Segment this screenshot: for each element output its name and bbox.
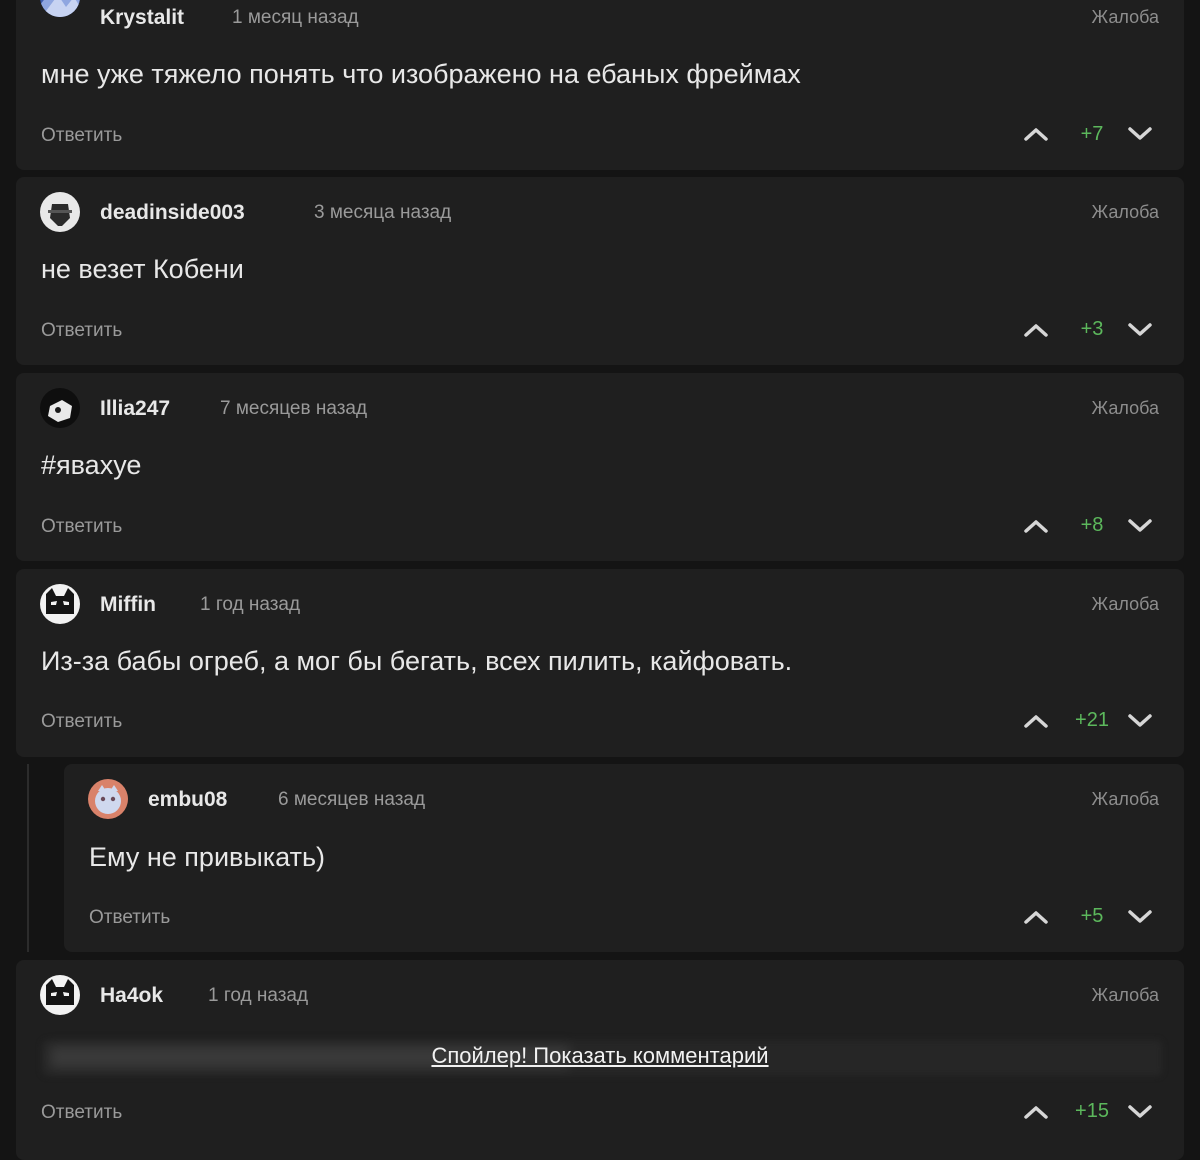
vote-score: +7: [1080, 123, 1104, 145]
comment-card: deadinside003 3 месяца назад Жалоба не в…: [16, 177, 1184, 365]
comment-timestamp: 3 месяца назад: [314, 202, 452, 223]
comment-feed: Krystalit 1 месяц назад Жалоба мне уже т…: [0, 0, 1200, 1160]
comment-username[interactable]: embu08: [148, 788, 227, 812]
reply-button[interactable]: Ответить: [89, 907, 170, 929]
upvote-button[interactable]: [1022, 907, 1050, 927]
comment-timestamp: 1 год назад: [200, 594, 301, 615]
chevron-down-icon: [1128, 323, 1152, 336]
complaint-button[interactable]: Жалоба: [1092, 789, 1159, 810]
comment-text: #явахуе: [41, 450, 142, 480]
downvote-button[interactable]: [1126, 907, 1154, 927]
downvote-button[interactable]: [1126, 1102, 1154, 1122]
comment-text: Из-за бабы огреб, а мог бы бегать, всех …: [41, 646, 793, 676]
chevron-down-icon: [1128, 127, 1152, 140]
vote-score: +21: [1075, 709, 1109, 731]
downvote-button[interactable]: [1126, 320, 1154, 340]
vote-score: +5: [1080, 905, 1104, 927]
comment-text: мне уже тяжело понять что изображено на …: [41, 59, 801, 89]
chevron-down-icon: [1128, 714, 1152, 727]
user-avatar[interactable]: [40, 975, 80, 1015]
user-avatar[interactable]: [88, 779, 128, 819]
upvote-button[interactable]: [1022, 320, 1050, 340]
chevron-up-icon: [1024, 911, 1048, 924]
reply-button[interactable]: Ответить: [41, 320, 122, 342]
complaint-button[interactable]: Жалоба: [1092, 594, 1159, 615]
comment-timestamp: 1 год назад: [208, 985, 309, 1006]
comment-text: Ему не привыкать): [89, 842, 326, 872]
user-avatar[interactable]: [40, 584, 80, 624]
comment-username[interactable]: deadinside003: [100, 201, 245, 225]
comment-card: Krystalit 1 месяц назад Жалоба мне уже т…: [16, 0, 1184, 170]
upvote-button[interactable]: [1022, 1102, 1050, 1122]
user-avatar[interactable]: [40, 388, 80, 428]
comment-card-reply: embu08 6 месяцев назад Жалоба Ему не при…: [64, 764, 1184, 952]
user-avatar[interactable]: [40, 0, 80, 17]
reply-button[interactable]: Ответить: [41, 1102, 122, 1124]
comment-card: Miffin 1 год назад Жалоба Из-за бабы огр…: [16, 569, 1184, 757]
chevron-up-icon: [1024, 128, 1048, 141]
complaint-button[interactable]: Жалоба: [1092, 202, 1159, 223]
comment-username[interactable]: Krystalit: [100, 6, 184, 30]
comment-timestamp: 1 месяц назад: [232, 7, 359, 28]
chevron-down-icon: [1128, 910, 1152, 923]
show-spoiler-link[interactable]: Спойлер! Показать комментарий: [16, 1043, 1184, 1069]
chevron-up-icon: [1024, 715, 1048, 728]
chevron-up-icon: [1024, 520, 1048, 533]
comment-text: не везет Кобени: [41, 254, 244, 284]
downvote-button[interactable]: [1126, 516, 1154, 536]
comment-timestamp: 7 месяцев назад: [220, 398, 368, 419]
user-avatar[interactable]: [40, 192, 80, 232]
comment-username[interactable]: Ha4ok: [100, 984, 163, 1008]
thread-line: [27, 764, 29, 952]
comment-username[interactable]: Miffin: [100, 593, 156, 617]
comment-timestamp: 6 месяцев назад: [278, 789, 426, 810]
vote-score: +3: [1080, 318, 1104, 340]
reply-button[interactable]: Ответить: [41, 516, 122, 538]
upvote-button[interactable]: [1022, 124, 1050, 144]
chevron-up-icon: [1024, 324, 1048, 337]
chevron-up-icon: [1024, 1106, 1048, 1119]
upvote-button[interactable]: [1022, 711, 1050, 731]
comment-card: Ha4ok 1 год назад Жалоба Спойлер! Показа…: [16, 960, 1184, 1160]
chevron-down-icon: [1128, 1105, 1152, 1118]
complaint-button[interactable]: Жалоба: [1092, 985, 1159, 1006]
upvote-button[interactable]: [1022, 516, 1050, 536]
vote-score: +15: [1075, 1100, 1109, 1122]
downvote-button[interactable]: [1126, 711, 1154, 731]
reply-button[interactable]: Ответить: [41, 711, 122, 733]
reply-button[interactable]: Ответить: [41, 125, 122, 147]
downvote-button[interactable]: [1126, 124, 1154, 144]
comment-card: Illia247 7 месяцев назад Жалоба #явахуе …: [16, 373, 1184, 561]
chevron-down-icon: [1128, 519, 1152, 532]
comment-username[interactable]: Illia247: [100, 397, 170, 421]
complaint-button[interactable]: Жалоба: [1092, 7, 1159, 28]
vote-score: +8: [1080, 514, 1104, 536]
complaint-button[interactable]: Жалоба: [1092, 398, 1159, 419]
